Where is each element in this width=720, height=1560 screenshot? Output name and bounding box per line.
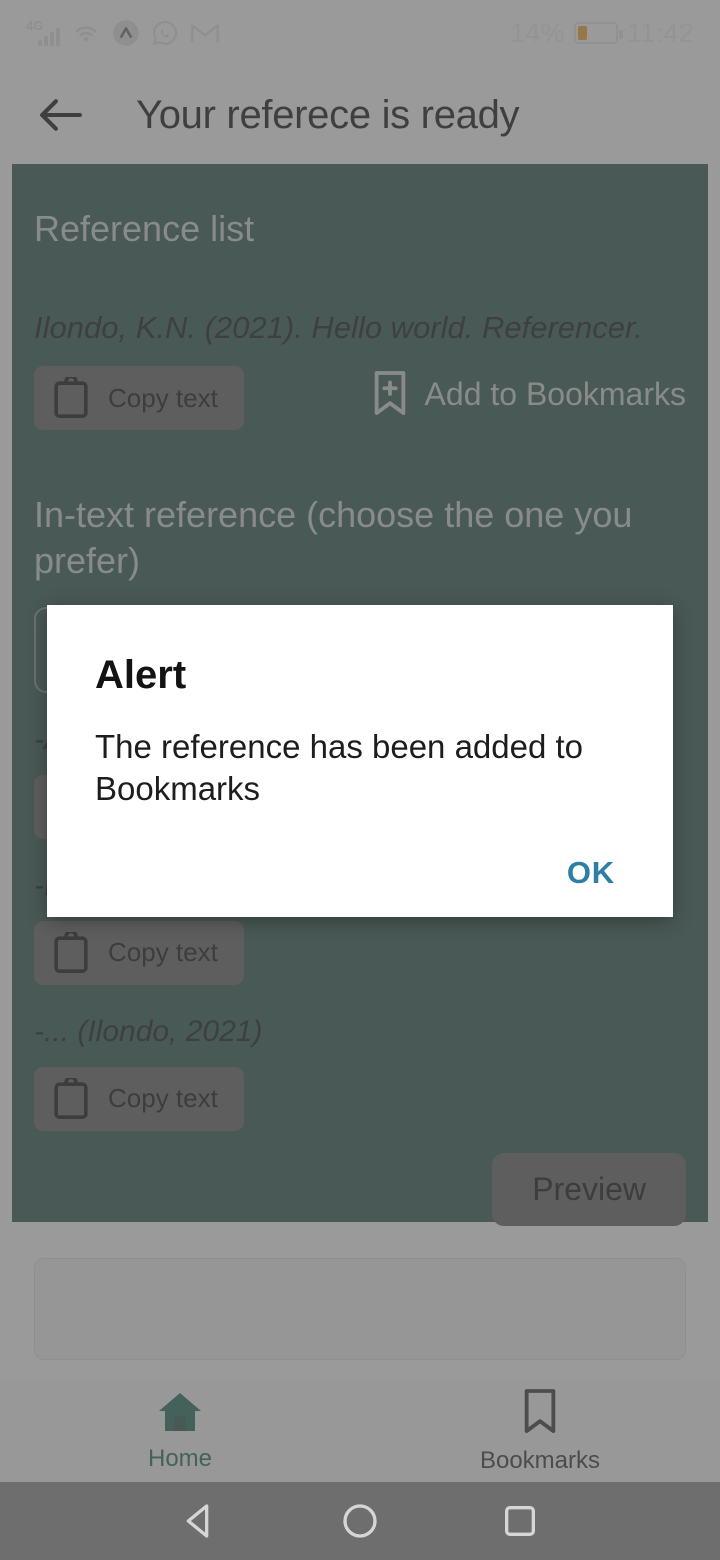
circle-home-icon (343, 1504, 377, 1538)
alert-dialog: Alert The reference has been added to Bo… (47, 605, 673, 917)
triangle-back-icon (186, 1504, 209, 1538)
square-recents-icon (505, 1506, 535, 1536)
phone-screen: 4G (0, 0, 720, 1560)
system-recents-button[interactable] (500, 1501, 540, 1541)
system-navigation-bar (0, 1482, 720, 1560)
alert-dialog-title: Alert (95, 653, 187, 697)
alert-dialog-actions: OK (551, 855, 631, 891)
alert-dialog-message: The reference has been added to Bookmark… (95, 728, 584, 808)
system-back-button[interactable] (180, 1501, 220, 1541)
system-home-button[interactable] (340, 1501, 380, 1541)
ok-button[interactable]: OK (551, 843, 631, 902)
